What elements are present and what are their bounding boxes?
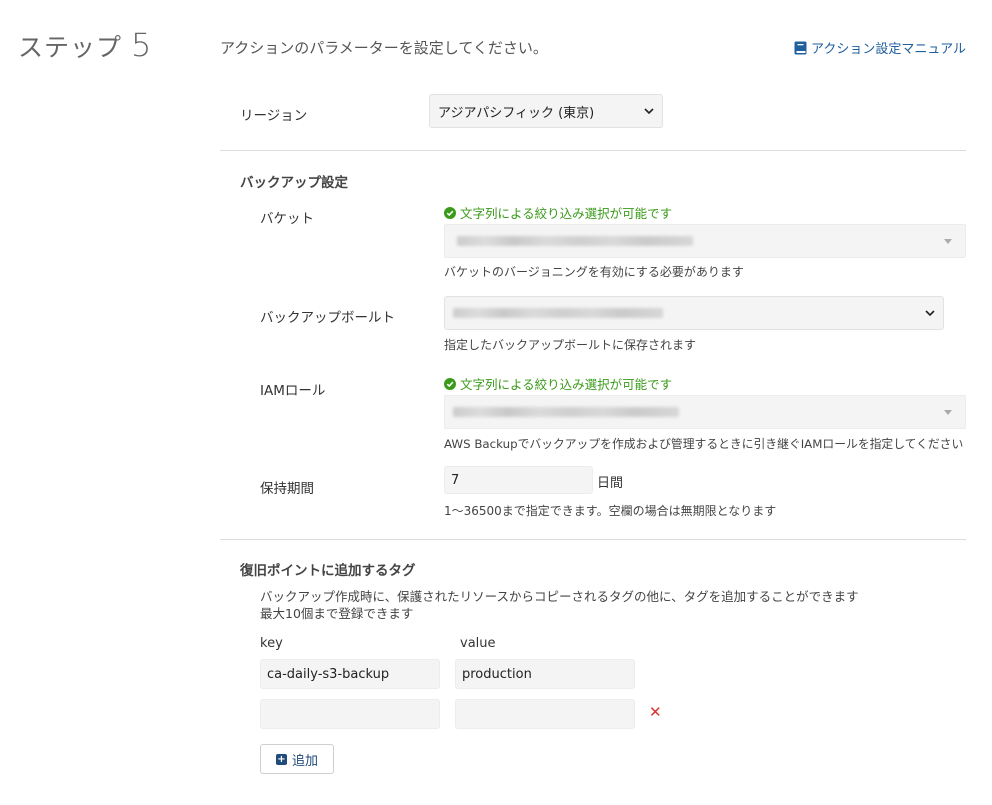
add-tag-button-label: 追加 bbox=[291, 753, 318, 769]
tag-value-input[interactable]: production bbox=[455, 659, 635, 689]
tags-section-title: 復旧ポイントに追加するタグ bbox=[240, 563, 416, 579]
region-label: リージョン bbox=[240, 108, 308, 124]
vault-label: バックアップボールト bbox=[260, 310, 395, 326]
manual-link[interactable]: アクション設定マニュアル bbox=[794, 38, 966, 57]
retention-input[interactable]: 7 bbox=[444, 466, 593, 494]
bucket-filter-hint: 文字列による絞り込み選択が可能です bbox=[444, 203, 672, 222]
bucket-select[interactable] bbox=[444, 224, 966, 258]
step-title: ステップ 5 bbox=[18, 26, 152, 64]
step-number: 5 bbox=[130, 26, 153, 64]
iam-filter-hint: 文字列による絞り込み選択が可能です bbox=[444, 374, 672, 393]
divider bbox=[220, 539, 966, 540]
retention-label: 保持期間 bbox=[260, 481, 314, 497]
tag-key-input[interactable]: ca-daily-s3-backup bbox=[260, 659, 440, 689]
backup-section-title: バックアップ設定 bbox=[240, 175, 348, 191]
check-circle-icon bbox=[444, 206, 456, 219]
chevron-down-icon bbox=[644, 108, 654, 114]
vault-help: 指定したバックアップボールトに保存されます bbox=[444, 338, 697, 352]
chevron-down-icon bbox=[925, 310, 935, 316]
page-description: アクションのパラメーターを設定してください。 bbox=[220, 39, 548, 57]
vault-select[interactable] bbox=[444, 296, 944, 330]
tag-key-input[interactable] bbox=[260, 699, 440, 729]
retention-unit: 日間 bbox=[597, 476, 624, 491]
delete-tag-button[interactable]: ✕ bbox=[649, 703, 662, 721]
tags-description-line2: 最大10個まで登録できます bbox=[260, 606, 414, 621]
manual-link-label: アクション設定マニュアル bbox=[811, 42, 966, 57]
tag-key-header: key bbox=[260, 636, 283, 651]
bucket-help: バケットのバージョニングを有効にする必要があります bbox=[444, 265, 744, 279]
book-icon bbox=[794, 41, 807, 54]
step-label: ステップ bbox=[18, 33, 123, 62]
region-select-value: アジアパシフィック (東京) bbox=[438, 105, 595, 121]
iam-select[interactable] bbox=[444, 395, 966, 429]
iam-label: IAMロール bbox=[260, 383, 326, 399]
iam-filter-hint-text: 文字列による絞り込み選択が可能です bbox=[460, 377, 673, 392]
caret-down-icon bbox=[944, 410, 952, 415]
check-circle-icon bbox=[444, 377, 456, 390]
vault-select-value-redacted bbox=[453, 308, 663, 318]
add-tag-button[interactable]: + 追加 bbox=[260, 744, 334, 774]
region-select[interactable]: アジアパシフィック (東京) bbox=[429, 94, 663, 128]
iam-help: AWS Backupでバックアップを作成および管理するときに引き継ぐIAMロール… bbox=[444, 437, 964, 451]
bucket-select-value-redacted bbox=[457, 236, 693, 246]
bucket-label: バケット bbox=[260, 211, 314, 227]
retention-help: 1〜36500まで指定できます。空欄の場合は無期限となります bbox=[444, 504, 777, 518]
plus-icon: + bbox=[275, 753, 287, 765]
caret-down-icon bbox=[944, 239, 952, 244]
tag-value-input[interactable] bbox=[455, 699, 635, 729]
bucket-filter-hint-text: 文字列による絞り込み選択が可能です bbox=[460, 206, 673, 221]
divider bbox=[220, 150, 966, 151]
tag-value-header: value bbox=[460, 636, 496, 651]
iam-select-value-redacted bbox=[453, 407, 679, 417]
